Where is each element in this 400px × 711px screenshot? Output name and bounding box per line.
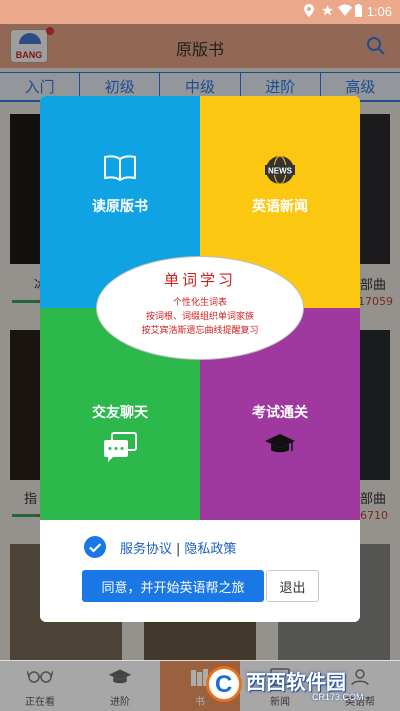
agreement-text: 服务协议 | 隐私政策 [120, 538, 236, 557]
feature-line: 按词根、词缀组织单词家族 [145, 312, 254, 322]
wifi-icon [338, 4, 352, 19]
agree-start-button[interactable]: 同意，并开始英语帮之旅 [82, 570, 264, 602]
checkmark-icon [89, 543, 102, 553]
status-time: 1:06 [366, 4, 392, 19]
nav-advance[interactable]: 进阶 [80, 661, 160, 711]
agreement-checkbox[interactable] [84, 536, 106, 558]
star-icon [321, 4, 334, 20]
separator: | [176, 542, 181, 557]
svg-text:NEWS: NEWS [268, 167, 293, 176]
feature-line: 个性化生词表 [172, 298, 227, 308]
quadrant-label: 交友聊天 [92, 405, 148, 421]
welcome-dialog: 读原版书 NEWS 英语新闻 交友聊天 考试通关 单词学习 个性化生词表 按词根… [40, 96, 360, 622]
location-icon [304, 4, 314, 20]
battery-icon [355, 4, 362, 20]
site-watermark: C 西西软件园 CR173.COM [200, 662, 388, 706]
nav-reading[interactable]: 正在看 [0, 661, 80, 711]
nav-label: 正在看 [25, 697, 55, 708]
watermark-subtext: CR173.COM [312, 692, 364, 702]
watermark-text: 西西软件园 [246, 670, 346, 694]
graduation-cap-icon [108, 668, 132, 690]
word-learning-title: 单词学习 [163, 271, 236, 289]
chat-bubbles-icon [103, 432, 137, 466]
word-learning-badge[interactable]: 单词学习 个性化生词表 按词根、词缀组织单词家族 按艾宾浩斯遗忘曲线提醒复习 [96, 256, 304, 360]
watermark-logo-icon: C [206, 666, 242, 702]
status-bar: 1:06 [0, 0, 400, 24]
glasses-icon [26, 668, 54, 687]
graduation-cap-icon [264, 432, 296, 460]
quadrant-label: 考试通关 [252, 405, 308, 421]
news-globe-icon: NEWS [264, 154, 296, 190]
service-agreement-link[interactable]: 服务协议 [120, 542, 172, 557]
exit-button[interactable]: 退出 [266, 570, 319, 602]
privacy-policy-link[interactable]: 隐私政策 [184, 542, 236, 557]
nav-label: 进阶 [110, 697, 130, 708]
quadrant-label: 英语新闻 [252, 199, 308, 215]
feature-line: 按艾宾浩斯遗忘曲线提醒复习 [141, 326, 259, 336]
book-icon [103, 154, 137, 186]
quadrant-label: 读原版书 [92, 199, 148, 215]
